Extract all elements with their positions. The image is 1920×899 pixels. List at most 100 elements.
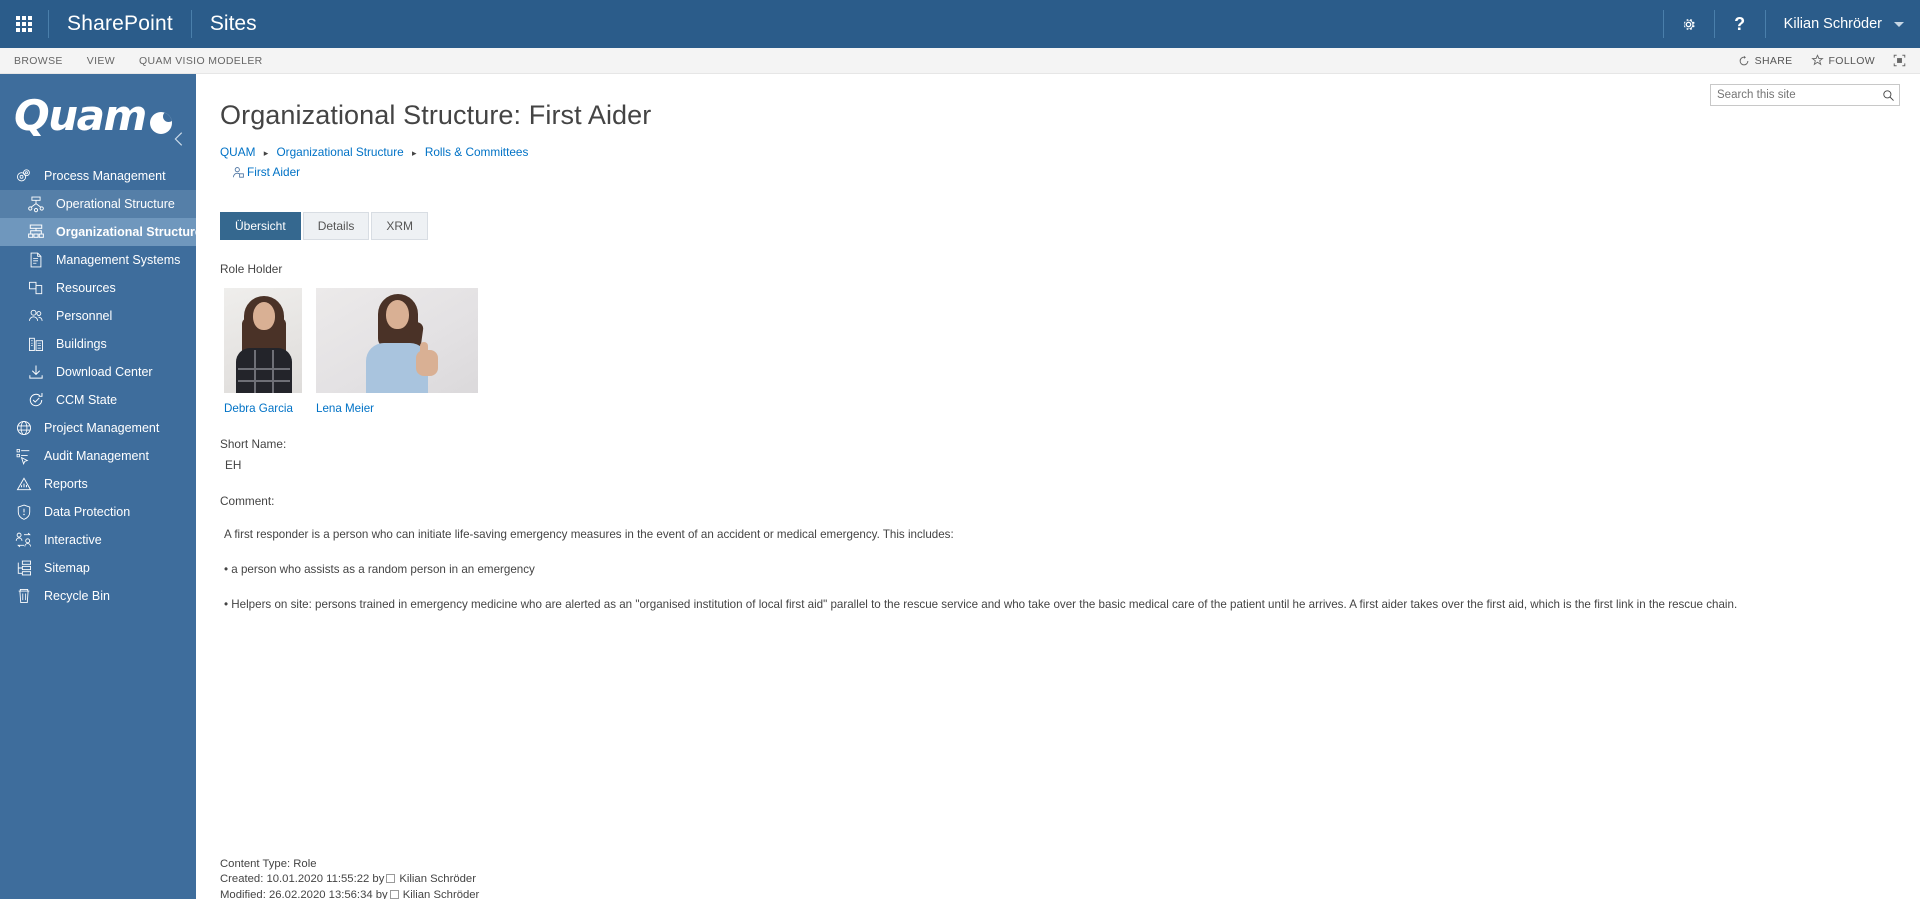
sidebar-item-download-center[interactable]: Download Center xyxy=(0,358,196,386)
sidebar-item-reports[interactable]: Reports xyxy=(0,470,196,498)
download-icon xyxy=(26,363,45,382)
role-holder-card: Lena Meier xyxy=(316,288,478,415)
suite-bar: SharePoint Sites ? Kilian Schröder xyxy=(0,0,1920,48)
sidebar-item-label: Sitemap xyxy=(44,562,90,575)
sidebar-item-project-management[interactable]: Project Management xyxy=(0,414,196,442)
sidebar-item-label: CCM State xyxy=(56,394,117,407)
role-holder-name-link[interactable]: Debra Garcia xyxy=(224,402,302,415)
star-icon xyxy=(1811,54,1824,67)
ribbon-tab-quam-visio-modeler[interactable]: QUAM VISIO MODELER xyxy=(139,55,277,67)
breadcrumb-link-organizational-structure[interactable]: Organizational Structure xyxy=(277,145,404,159)
quam-logo-text: Quam xyxy=(14,95,146,137)
follow-button[interactable]: FOLLOW xyxy=(1811,54,1875,67)
search-input[interactable] xyxy=(1711,89,1877,101)
sidebar-item-ccm-state[interactable]: CCM State xyxy=(0,386,196,414)
sidebar-nav-list: Process Management Operational Structure xyxy=(0,162,196,610)
hierarchy-icon xyxy=(26,223,45,242)
breadcrumb-current-first-aider[interactable]: First Aider xyxy=(247,163,300,182)
share-label: SHARE xyxy=(1755,55,1793,67)
sidebar-item-label: Resources xyxy=(56,282,116,295)
sidebar-item-personnel[interactable]: Personnel xyxy=(0,302,196,330)
people-icon xyxy=(26,307,45,326)
chevron-left-icon[interactable] xyxy=(170,130,188,148)
comment-paragraph: • Helpers on site: persons trained in em… xyxy=(196,596,1920,613)
focus-on-content-button[interactable] xyxy=(1893,54,1906,67)
globe-icon xyxy=(14,419,33,438)
comment-body: A first responder is a person who can in… xyxy=(196,526,1920,613)
quam-logo[interactable]: Quam xyxy=(0,78,196,154)
breadcrumb-separator-icon: ▸ xyxy=(412,148,417,158)
ribbon-bar: BROWSE VIEW QUAM VISIO MODELER SHARE FOL… xyxy=(0,48,1920,74)
app-launcher-button[interactable] xyxy=(0,0,48,48)
building-icon xyxy=(26,335,45,354)
portrait-woman-dark-plaid-blazer-image[interactable] xyxy=(224,288,302,393)
trash-icon xyxy=(14,587,33,606)
sidebar-item-label: Operational Structure xyxy=(56,198,175,211)
search-icon xyxy=(1882,89,1895,102)
role-holder-name-link[interactable]: Lena Meier xyxy=(316,402,478,415)
sidebar-item-sitemap[interactable]: Sitemap xyxy=(0,554,196,582)
left-navigation-sidebar: Quam Process Management xyxy=(0,74,196,899)
sidebar-item-label: Audit Management xyxy=(44,450,149,463)
sidebar-item-buildings[interactable]: Buildings xyxy=(0,330,196,358)
sidebar-item-label: Interactive xyxy=(44,534,102,547)
tab-details[interactable]: Details xyxy=(303,212,370,240)
sidebar-item-label: Process Management xyxy=(44,170,166,183)
tab-ubersicht[interactable]: Übersicht xyxy=(220,212,301,240)
presence-indicator-icon xyxy=(386,874,395,883)
ribbon-tab-view[interactable]: VIEW xyxy=(87,55,129,67)
page-title: Organizational Structure: First Aider xyxy=(196,74,1920,131)
breadcrumb-link-rolls-committees[interactable]: Rolls & Committees xyxy=(425,145,529,159)
resources-icon xyxy=(26,279,45,298)
focus-on-content-icon xyxy=(1893,54,1906,67)
sidebar-item-label: Buildings xyxy=(56,338,107,351)
sharepoint-brand-link[interactable]: SharePoint xyxy=(49,0,191,48)
user-menu-button[interactable]: Kilian Schröder xyxy=(1766,0,1920,48)
sites-link[interactable]: Sites xyxy=(192,0,275,48)
portrait-woman-blue-shirt-thumbs-up-image[interactable] xyxy=(316,288,478,393)
site-search-box[interactable] xyxy=(1710,84,1900,106)
sidebar-item-resources[interactable]: Resources xyxy=(0,274,196,302)
created-prefix: Created: 10.01.2020 11:55:22 by xyxy=(220,873,384,885)
sidebar-item-interactive[interactable]: Interactive xyxy=(0,526,196,554)
gear-icon xyxy=(1680,16,1697,33)
sidebar-item-process-management[interactable]: Process Management xyxy=(0,162,196,190)
question-mark-icon: ? xyxy=(1734,15,1745,33)
presence-indicator-icon xyxy=(390,890,399,899)
short-name-label: Short Name: xyxy=(196,437,1920,451)
refresh-check-icon xyxy=(26,391,45,410)
help-button[interactable]: ? xyxy=(1715,0,1765,48)
main-content-area: Organizational Structure: First Aider QU… xyxy=(196,74,1920,899)
ribbon-tab-browse[interactable]: BROWSE xyxy=(14,55,77,67)
sidebar-item-operational-structure[interactable]: Operational Structure xyxy=(0,190,196,218)
breadcrumb-link-quam[interactable]: QUAM xyxy=(220,145,255,159)
suite-spacer xyxy=(275,0,1663,48)
sidebar-item-recycle-bin[interactable]: Recycle Bin xyxy=(0,582,196,610)
created-line: Created: 10.01.2020 11:55:22 by Kilian Sc… xyxy=(220,872,479,888)
share-button[interactable]: SHARE xyxy=(1738,55,1793,67)
sidebar-item-label: Reports xyxy=(44,478,88,491)
settings-button[interactable] xyxy=(1664,0,1714,48)
sidebar-item-organizational-structure[interactable]: Organizational Structure xyxy=(0,218,196,246)
comment-paragraph: A first responder is a person who can in… xyxy=(196,526,1920,543)
role-person-icon xyxy=(232,166,245,179)
modified-prefix: Modified: 26.02.2020 13:56:34 by xyxy=(220,889,388,899)
sidebar-item-label: Personnel xyxy=(56,310,112,323)
sidebar-item-management-systems[interactable]: Management Systems xyxy=(0,246,196,274)
role-holder-card: Debra Garcia xyxy=(224,288,302,415)
sidebar-item-audit-management[interactable]: Audit Management xyxy=(0,442,196,470)
search-button[interactable] xyxy=(1877,89,1899,102)
sidebar-item-label: Management Systems xyxy=(56,254,180,267)
document-check-icon xyxy=(26,251,45,270)
sidebar-item-label: Data Protection xyxy=(44,506,130,519)
sidebar-item-data-protection[interactable]: Data Protection xyxy=(0,498,196,526)
sidebar-item-label: Download Center xyxy=(56,366,153,379)
short-name-value: EH xyxy=(196,458,1920,472)
content-tabs: Übersicht Details XRM xyxy=(196,182,1920,240)
org-flow-icon xyxy=(26,195,45,214)
sidebar-item-label: Project Management xyxy=(44,422,159,435)
created-user: Kilian Schröder xyxy=(399,873,476,885)
role-holder-list: Debra Garcia Lena Meier xyxy=(196,288,1920,415)
tab-xrm[interactable]: XRM xyxy=(371,212,428,240)
user-name-label: Kilian Schröder xyxy=(1784,16,1882,32)
